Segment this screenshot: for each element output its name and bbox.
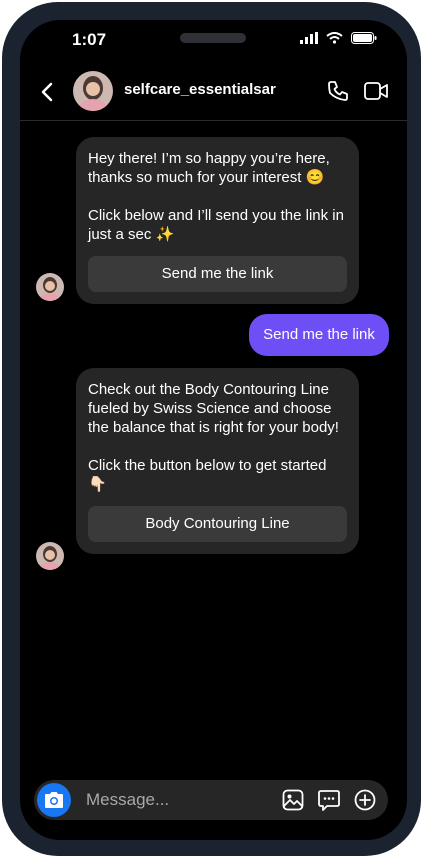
sender-avatar [36,542,64,570]
back-arrow-icon[interactable] [40,82,54,102]
signal-icon [300,32,318,44]
dynamic-island [180,33,246,43]
add-icon[interactable] [354,789,376,811]
status-bar: 1:07 [20,20,407,64]
outgoing-message-bubble: Send me the link [249,314,389,356]
contact-avatar[interactable] [73,71,113,111]
body-contouring-line-button[interactable]: Body Contouring Line [88,506,347,542]
chat-bubble-icon[interactable] [318,789,340,811]
screen: 1:07 selfcare_essentialsar Hey there! I’… [20,20,407,840]
status-icons [300,32,377,44]
phone-frame: 1:07 selfcare_essentialsar Hey there! I’… [2,2,421,856]
incoming-message-bubble: Hey there! I’m so happy you’re here, tha… [76,137,359,304]
camera-button[interactable] [37,783,71,817]
gallery-icon[interactable] [282,789,304,811]
battery-icon [351,32,377,44]
video-call-icon[interactable] [364,80,388,102]
message-composer: Message... [34,780,388,820]
camera-icon [45,792,63,808]
incoming-message-bubble: Check out the Body Contouring Line fuele… [76,368,359,554]
message-input[interactable]: Message... [86,790,169,810]
wifi-icon [326,32,343,44]
chat-header: selfcare_essentialsar [20,66,407,121]
contact-username[interactable]: selfcare_essentialsar [124,81,276,98]
sender-avatar [36,273,64,301]
message-text: Check out the Body Contouring Line fuele… [88,381,339,493]
send-link-button[interactable]: Send me the link [88,256,347,292]
message-text: Hey there! I’m so happy you’re here, tha… [88,150,344,243]
status-time: 1:07 [72,30,107,49]
phone-call-icon[interactable] [326,79,350,103]
